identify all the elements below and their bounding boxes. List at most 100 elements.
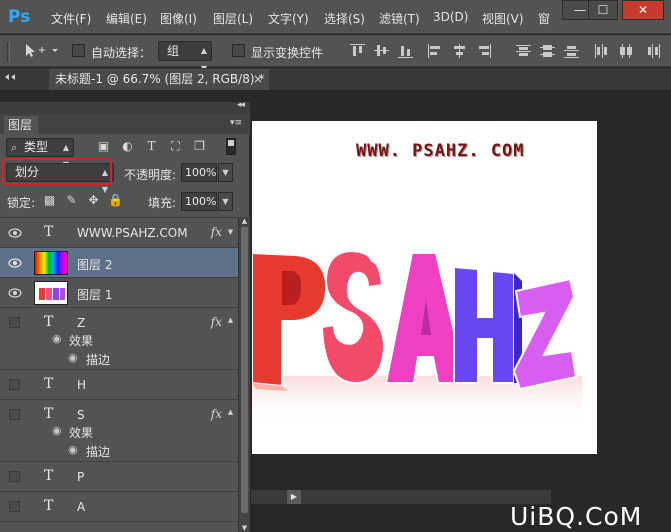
move-tool-icon[interactable]: [24, 43, 58, 59]
layer-name[interactable]: P: [77, 470, 84, 484]
eye-icon[interactable]: [8, 226, 22, 240]
play-icon[interactable]: ▶: [287, 490, 301, 504]
maximize-button[interactable]: ☐: [588, 0, 618, 20]
eye-icon[interactable]: ◉: [68, 351, 78, 364]
menu-edit[interactable]: 编辑(E): [106, 10, 147, 27]
layer-name[interactable]: 图层 2: [77, 256, 112, 273]
menu-window[interactable]: 窗: [538, 10, 550, 27]
collapse-toolbar-icon[interactable]: [4, 72, 18, 82]
effect-stroke-label[interactable]: 描边: [86, 351, 110, 368]
distribute-hcenter-icon[interactable]: [618, 44, 633, 58]
lock-position-icon[interactable]: ✥: [86, 193, 101, 208]
filter-smart-object-icon[interactable]: ❐: [192, 139, 207, 154]
layer-name[interactable]: Z: [77, 316, 85, 330]
eye-icon[interactable]: ◉: [52, 332, 62, 345]
menu-image[interactable]: 图像(I): [160, 10, 197, 27]
layer-name[interactable]: WWW.PSAHZ.COM: [77, 226, 188, 240]
text-layer-icon: T: [44, 468, 54, 484]
fx-icon[interactable]: fx: [211, 407, 222, 421]
align-hcenter-icon[interactable]: [452, 44, 467, 58]
layer-row[interactable]: T P: [0, 462, 238, 492]
menu-3d[interactable]: 3D(D): [433, 10, 468, 24]
fill-slider-arrow[interactable]: ▼: [218, 192, 233, 211]
menu-file[interactable]: 文件(F): [51, 10, 91, 27]
layer-row[interactable]: T Z fx ▲ ◉ 效果 ◉ 描边: [0, 308, 238, 370]
layer-row[interactable]: T S fx ▲ ◉ 效果 ◉ 描边: [0, 400, 238, 462]
distribute-bottom-icon[interactable]: [564, 44, 579, 58]
distribute-left-icon[interactable]: [594, 44, 609, 58]
distribute-vcenter-icon[interactable]: [540, 44, 555, 58]
eye-icon[interactable]: ◉: [68, 443, 78, 456]
filter-shape-icon[interactable]: ⛶: [168, 139, 183, 154]
auto-select-dropdown[interactable]: 组 ▲▼: [158, 41, 212, 73]
menu-view[interactable]: 视图(V): [482, 10, 524, 27]
visibility-toggle[interactable]: [9, 409, 20, 420]
document-tab-title: 未标题-1 @ 66.7% (图层 2, RGB/8) *: [55, 72, 265, 86]
menu-filter[interactable]: 滤镜(T): [379, 10, 420, 27]
fx-icon[interactable]: fx: [211, 225, 222, 239]
canvas-horizontal-scrollbar[interactable]: ▶: [251, 490, 551, 504]
lock-transparent-icon[interactable]: ▩: [42, 193, 57, 208]
scroll-down-icon[interactable]: ▼: [239, 524, 250, 532]
panel-collapse-icon[interactable]: ◂◂: [237, 100, 245, 110]
canvas-area[interactable]: WWW. PSAHZ. COM ▶: [251, 90, 671, 532]
layer-name[interactable]: S: [77, 408, 85, 422]
close-button[interactable]: ✕: [622, 0, 664, 20]
menu-layer[interactable]: 图层(L): [213, 10, 253, 27]
scroll-up-icon[interactable]: ▲: [239, 217, 250, 225]
collapse-effects-icon[interactable]: ▲: [226, 312, 235, 329]
opacity-slider-arrow[interactable]: ▼: [218, 163, 233, 182]
filter-type-icon[interactable]: T: [144, 139, 159, 154]
align-vcenter-icon[interactable]: [374, 44, 389, 58]
eye-icon[interactable]: [8, 286, 22, 300]
layer-name[interactable]: H: [77, 378, 86, 392]
menu-type[interactable]: 文字(Y): [268, 10, 309, 27]
document-canvas[interactable]: WWW. PSAHZ. COM: [252, 121, 597, 454]
layer-row[interactable]: 图层 1: [0, 278, 238, 308]
align-top-icon[interactable]: [350, 44, 365, 58]
eye-icon[interactable]: [8, 256, 22, 270]
fx-icon[interactable]: fx: [211, 315, 222, 329]
visibility-toggle[interactable]: [9, 501, 20, 512]
layer-row[interactable]: T H: [0, 370, 238, 400]
tab-layers[interactable]: 图层: [4, 116, 38, 134]
auto-select-checkbox[interactable]: [72, 44, 85, 57]
align-left-icon[interactable]: [428, 44, 443, 58]
document-tab-bar: 未标题-1 @ 66.7% (图层 2, RGB/8) * ×: [0, 68, 671, 90]
layer-row[interactable]: 图层 2: [0, 248, 238, 278]
filter-toggle-switch[interactable]: [226, 138, 236, 155]
layer-filter-value: 类型: [24, 140, 49, 154]
annotation-highlight: [2, 158, 112, 185]
eye-icon[interactable]: ◉: [52, 424, 62, 437]
tab-close-icon[interactable]: ×: [253, 69, 263, 89]
layers-scrollbar[interactable]: ▲ ▼: [238, 217, 250, 532]
visibility-toggle[interactable]: [9, 379, 20, 390]
lock-all-icon[interactable]: 🔒: [108, 193, 123, 208]
distribute-top-icon[interactable]: [516, 44, 531, 58]
filter-pixel-icon[interactable]: ▣: [96, 139, 111, 154]
document-tab[interactable]: 未标题-1 @ 66.7% (图层 2, RGB/8) * ×: [48, 68, 270, 90]
expand-effects-icon[interactable]: ▼: [226, 224, 235, 241]
opacity-input[interactable]: 100%: [181, 163, 217, 182]
filter-adjustment-icon[interactable]: ◐: [120, 139, 135, 154]
collapse-effects-icon[interactable]: ▲: [226, 404, 235, 421]
distribute-right-icon[interactable]: [646, 44, 661, 58]
align-right-icon[interactable]: [476, 44, 491, 58]
show-transform-checkbox[interactable]: [232, 44, 245, 57]
layer-name[interactable]: A: [77, 500, 85, 514]
scrollbar-thumb[interactable]: [241, 227, 248, 513]
align-bottom-icon[interactable]: [398, 44, 413, 58]
menu-select[interactable]: 选择(S): [324, 10, 365, 27]
visibility-toggle[interactable]: [9, 317, 20, 328]
text-layer-icon: T: [44, 498, 54, 514]
effect-stroke-label[interactable]: 描边: [86, 443, 110, 460]
layer-row[interactable]: T WWW.PSAHZ.COM fx ▼: [0, 218, 238, 248]
fill-input[interactable]: 100%: [181, 192, 217, 211]
site-brand-watermark: UiBQ.CoM: [510, 502, 643, 531]
visibility-toggle[interactable]: [9, 471, 20, 482]
panel-menu-icon[interactable]: ▾≡: [230, 118, 242, 128]
layer-row[interactable]: T A: [0, 492, 238, 522]
layer-filter-dropdown[interactable]: ⌕ 类型 ▲▼: [6, 138, 74, 169]
lock-image-icon[interactable]: ✎: [64, 193, 79, 208]
layer-name[interactable]: 图层 1: [77, 286, 112, 303]
